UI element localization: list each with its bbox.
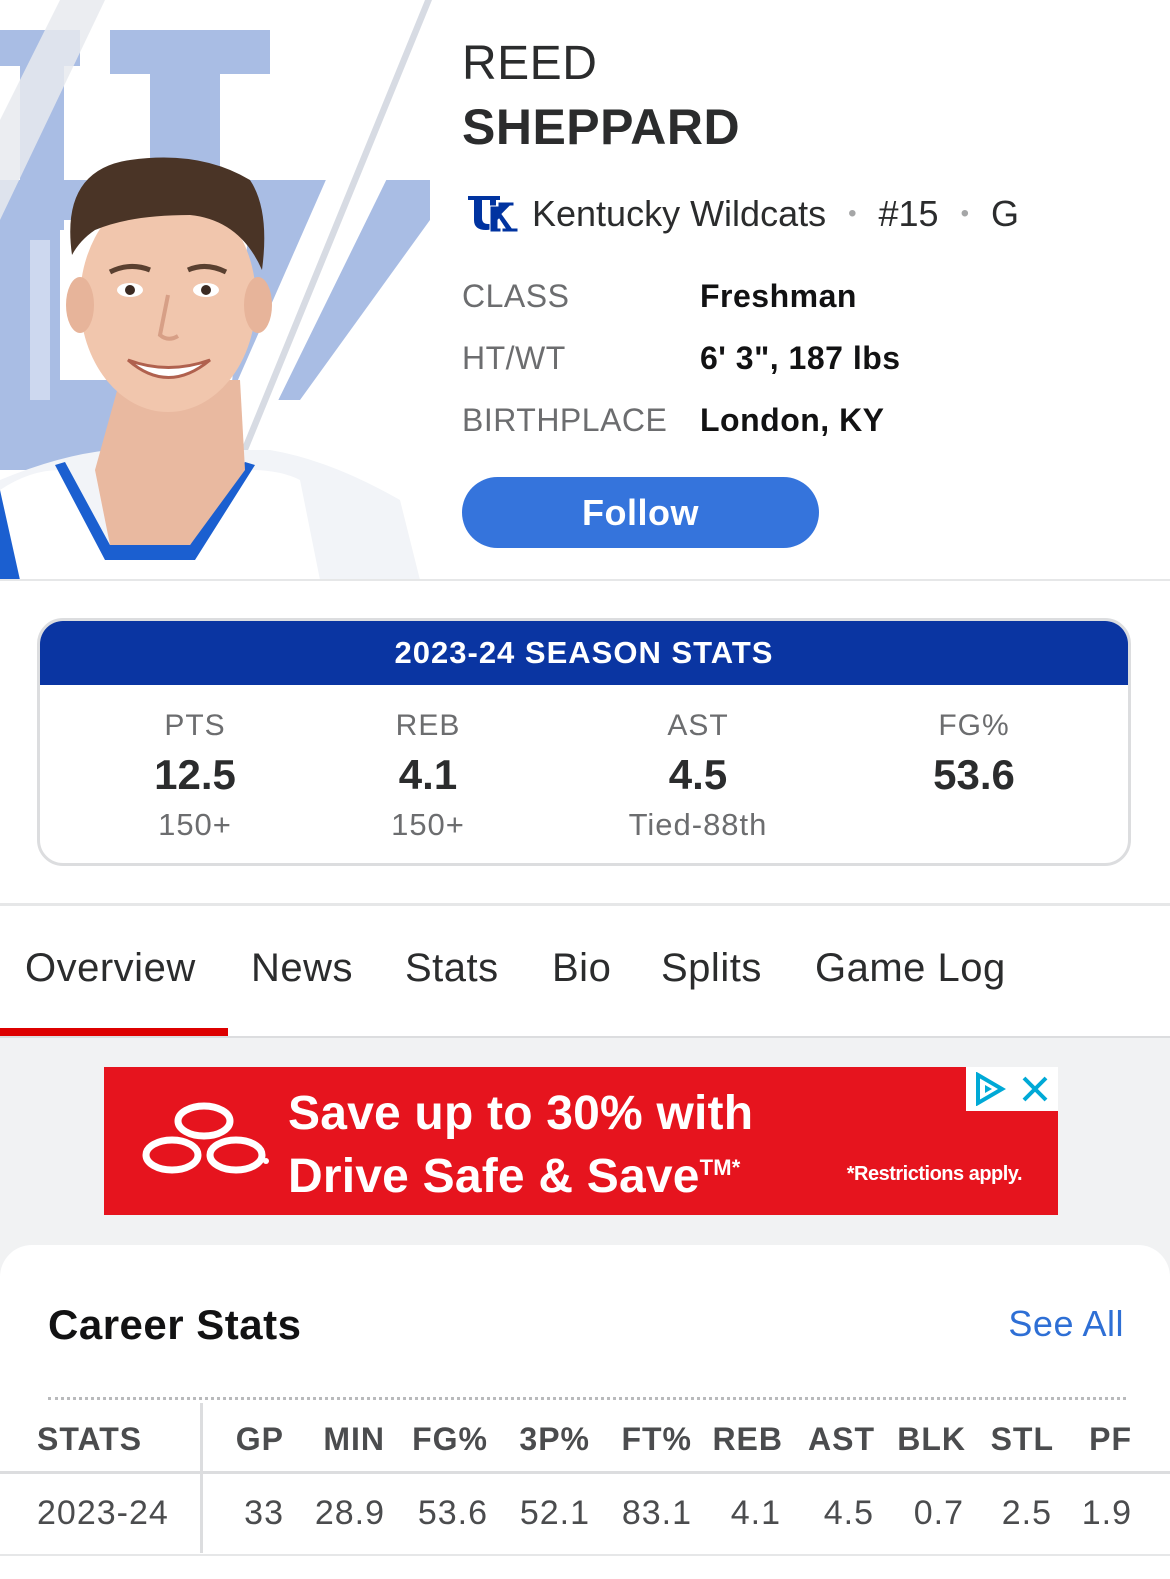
cell-fg: 53.6 [417,1494,488,1532]
ad-choices-icon[interactable] [966,1067,1012,1111]
tab-bio[interactable]: Bio [552,946,611,991]
cell-season: 2023-24 [37,1494,169,1532]
bio-label: HT/WT [462,339,566,376]
cell-min: 28.9 [314,1494,385,1532]
col-header-min: MIN [323,1421,385,1457]
season-stats-title: 2023-24 SEASON STATS [40,621,1128,685]
divider [0,1554,1170,1556]
col-header-reb: REB [712,1421,783,1457]
table-row[interactable]: 2023-24 33 28.9 53.6 52.1 83.1 4.1 4.5 0… [0,1474,1170,1554]
player-first-name: REED [462,37,598,90]
ad-headline: Save up to 30% with Drive Safe & SaveTM* [288,1087,753,1204]
ad-line-1: Save up to 30% with [288,1087,754,1140]
separator-dot: • [960,200,969,227]
follow-button[interactable]: Follow [462,477,819,548]
player-last-name: SHEPPARD [462,99,741,155]
cell-3p: 52.1 [519,1494,590,1532]
ad-banner[interactable]: Save up to 30% with Drive Safe & SaveTM*… [104,1067,1058,1215]
col-header-fg: FG% [412,1421,488,1457]
stat-label: REB [395,709,461,742]
col-header-pf: PF [1089,1421,1132,1457]
bio-label: BIRTHPLACE [462,401,668,438]
cell-ft: 83.1 [621,1494,692,1532]
cell-gp: 33 [244,1494,284,1532]
bio-value: 6' 3", 187 lbs [700,339,901,376]
active-tab-indicator [0,1028,228,1036]
table-header: STATS GP MIN FG% 3P% FT% REB AST BLK STL… [0,1403,1170,1473]
divider [0,579,1170,581]
col-header-ast: AST [808,1421,875,1457]
tab-splits[interactable]: Splits [661,946,762,991]
stat-value: 4.1 [398,751,458,798]
bio-label: CLASS [462,277,570,314]
stat-rank: 150+ [391,807,465,842]
stat-value: 4.5 [668,751,728,798]
season-stats-card: 2023-24 SEASON STATS PTS 12.5 150+ REB 4… [37,618,1131,866]
ad-line-2: Drive Safe & SaveTM* [288,1141,753,1204]
bio-row-htwt: HT/WT 6' 3", 187 lbs [462,338,901,378]
season-stat-ast: AST 4.5 Tied-88th [578,709,818,843]
col-header-stl: STL [990,1421,1054,1457]
team-line: Kentucky Wildcats • #15 • G [466,192,1019,236]
bio-row-class: CLASS Freshman [462,276,857,316]
cell-stl: 2.5 [1001,1494,1052,1532]
tab-game-log[interactable]: Game Log [815,946,1006,991]
career-stats-title: Career Stats [48,1301,302,1348]
stat-label: PTS [164,709,226,742]
ad-line-2-text: Drive Safe & Save [288,1150,700,1203]
ad-controls [966,1067,1058,1111]
player-headshot [0,0,455,580]
cell-ast: 4.5 [823,1494,874,1532]
cell-pf: 1.9 [1081,1494,1132,1532]
player-position: G [991,193,1020,234]
ad-trademark: TM* [699,1155,741,1180]
bio-row-birthplace: BIRTHPLACE London, KY [462,400,885,440]
stat-label: AST [667,709,729,742]
cell-reb: 4.1 [730,1494,781,1532]
tab-bar: Overview News Stats Bio Splits Game Log [0,906,1170,1036]
season-stat-fg: FG% 53.6 [854,709,1094,807]
col-header-blk: BLK [897,1421,966,1457]
tab-news[interactable]: News [251,946,353,991]
state-farm-logo [142,1102,269,1174]
col-header-gp: GP [235,1421,284,1457]
stat-rank: 150+ [158,807,232,842]
jersey-number: #15 [878,193,939,234]
season-stat-pts: PTS 12.5 150+ [75,709,315,843]
column-divider [200,1403,203,1553]
cell-blk: 0.7 [913,1494,964,1532]
kentucky-logo-icon[interactable] [466,192,520,236]
separator-dot: • [848,200,857,227]
season-stat-reb: REB 4.1 150+ [308,709,548,843]
bio-value: London, KY [700,401,885,438]
stat-value: 53.6 [933,751,1015,798]
stat-label: FG% [938,709,1010,742]
tab-stats[interactable]: Stats [405,946,499,991]
stat-value: 12.5 [154,751,236,798]
see-all-link[interactable]: See All [1008,1303,1124,1345]
col-header-3p: 3P% [519,1421,590,1457]
close-icon[interactable] [1012,1067,1058,1111]
player-header: REED SHEPPARD Kentucky Wildcats • #15 • … [0,0,1170,580]
col-header-ft: FT% [621,1421,692,1457]
tab-overview[interactable]: Overview [25,946,196,991]
career-stats-card: Career Stats See All STATS GP MIN FG% 3P… [0,1245,1170,1579]
col-header-stats: STATS [37,1421,143,1457]
team-name[interactable]: Kentucky Wildcats [532,193,826,235]
ad-fine-print: *Restrictions apply. [846,1163,1023,1185]
dotted-divider [48,1397,1126,1400]
stat-rank: Tied-88th [628,807,768,842]
bio-value: Freshman [700,277,857,314]
